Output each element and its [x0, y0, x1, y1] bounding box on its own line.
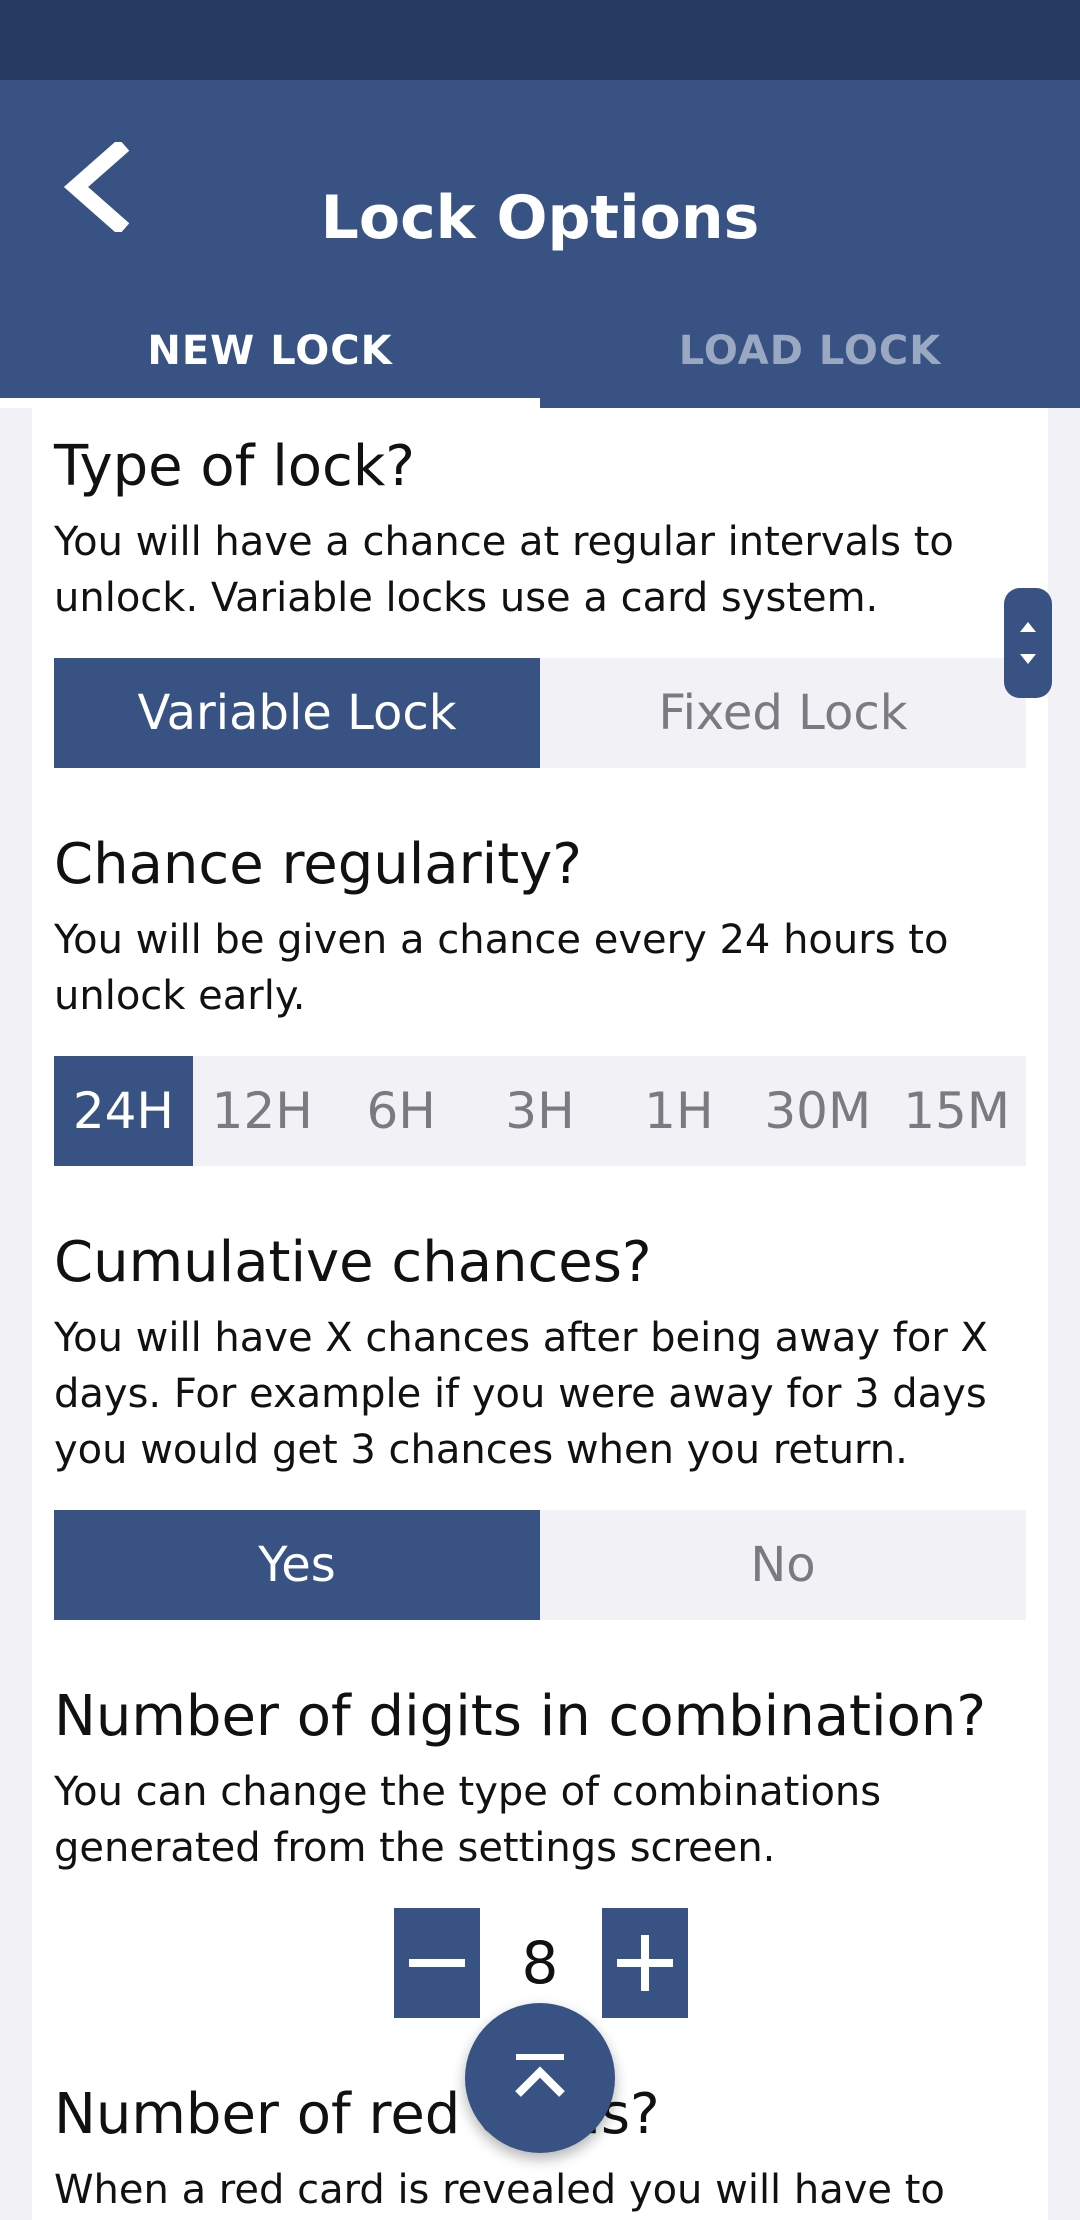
section-description: You will have a chance at regular interv…: [54, 519, 954, 621]
section-description: When a red card is revealed you will hav…: [54, 2167, 945, 2213]
option-3h[interactable]: 3H: [471, 1056, 610, 1166]
app-bar: Lock Options NEW LOCK LOAD LOCK: [0, 80, 1080, 408]
plus-icon: [617, 1935, 673, 1991]
regularity-selector: 24H 12H 6H 3H 1H 30M 15M: [54, 1056, 1026, 1166]
option-no[interactable]: No: [540, 1510, 1026, 1620]
decrement-button[interactable]: [394, 1908, 480, 2018]
section-title: Chance regularity?: [54, 832, 583, 897]
tab-label: LOAD LOCK: [678, 328, 942, 374]
minus-icon: [409, 1959, 465, 1967]
scroll-to-top-icon: [515, 2054, 565, 2097]
option-15m[interactable]: 15M: [887, 1056, 1026, 1166]
section-cumulative-chances: Cumulative chances? You will have X chan…: [54, 1228, 1026, 1478]
section-title: Number of digits in combination?: [54, 1684, 987, 1749]
scroll-handle[interactable]: [1004, 588, 1052, 698]
page-title: Lock Options: [320, 183, 760, 253]
section-title: Cumulative chances?: [54, 1230, 652, 1295]
option-6h[interactable]: 6H: [332, 1056, 471, 1166]
section-description: You will be given a chance every 24 hour…: [54, 917, 949, 1019]
option-30m[interactable]: 30M: [748, 1056, 887, 1166]
section-lock-type: Type of lock? You will have a chance at …: [54, 432, 1026, 626]
option-24h[interactable]: 24H: [54, 1056, 193, 1166]
section-title: Type of lock?: [54, 434, 415, 499]
option-1h[interactable]: 1H: [609, 1056, 748, 1166]
increment-button[interactable]: [602, 1908, 688, 2018]
status-bar: [0, 0, 1080, 80]
option-fixed-lock[interactable]: Fixed Lock: [540, 658, 1026, 768]
tab-label: NEW LOCK: [147, 328, 393, 374]
option-12h[interactable]: 12H: [193, 1056, 332, 1166]
cumulative-selector: Yes No: [54, 1510, 1026, 1620]
scroll-handle-icon: [1020, 622, 1036, 664]
option-yes[interactable]: Yes: [54, 1510, 540, 1620]
tab-indicator: [0, 398, 540, 408]
option-variable-lock[interactable]: Variable Lock: [54, 658, 540, 768]
section-digits: Number of digits in combination? You can…: [54, 1682, 1026, 1876]
digits-value: 8: [521, 1929, 559, 1997]
digits-stepper: 8: [32, 1908, 1048, 2018]
section-description: You will have X chances after being away…: [54, 1315, 988, 1473]
tab-new-lock[interactable]: NEW LOCK: [0, 310, 540, 408]
section-chance-regularity: Chance regularity? You will be given a c…: [54, 830, 1026, 1024]
options-scroll-area[interactable]: Type of lock? You will have a chance at …: [32, 408, 1048, 2220]
scroll-to-top-button[interactable]: [465, 2003, 615, 2153]
lock-type-selector: Variable Lock Fixed Lock: [54, 658, 1026, 768]
section-description: You can change the type of combinations …: [54, 1769, 882, 1871]
tab-load-lock[interactable]: LOAD LOCK: [540, 310, 1080, 408]
